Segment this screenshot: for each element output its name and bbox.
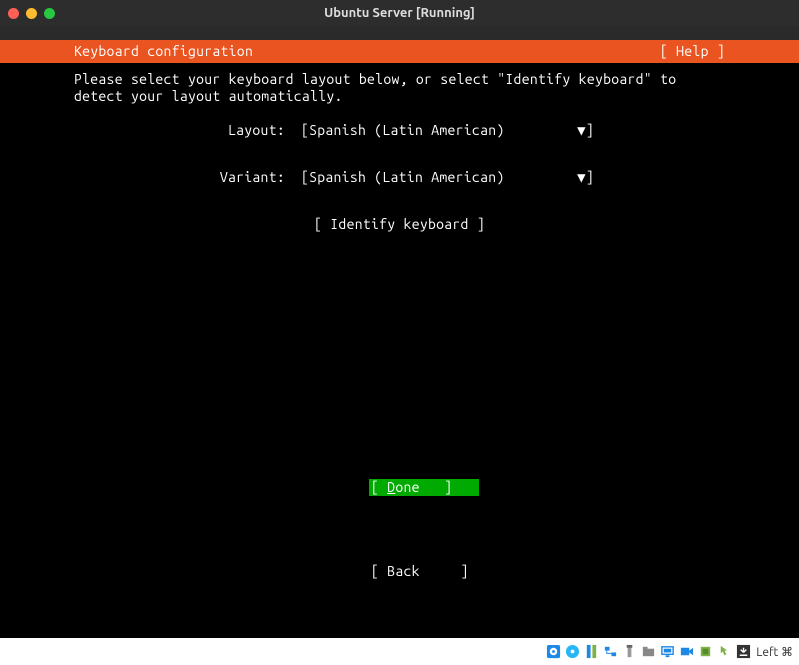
variant-row: Variant: [ Spanish (Latin American) ▼ ] xyxy=(0,169,799,186)
footer-buttons: [ Done ] [ Back ] xyxy=(0,428,799,630)
processor-icon[interactable] xyxy=(697,644,713,660)
network-icon[interactable] xyxy=(602,644,618,660)
help-button[interactable]: [ Help ] xyxy=(660,43,725,60)
host-key-label: Left ⌘ xyxy=(756,645,793,659)
window-titlebar: Ubuntu Server [Running] xyxy=(0,0,799,26)
keyboard-capture-icon[interactable] xyxy=(735,644,751,660)
layout-row: Layout: [ Spanish (Latin American) ▼ ] xyxy=(0,122,799,139)
hard-disk-icon[interactable] xyxy=(545,644,561,660)
variant-label: Variant: xyxy=(205,169,285,186)
identify-row: [ Identify keyboard ] xyxy=(0,216,799,233)
bracket-close: ] xyxy=(586,169,594,186)
minimize-window-button[interactable] xyxy=(26,8,37,19)
keyboard-form: Layout: [ Spanish (Latin American) ▼ ] V… xyxy=(0,122,799,232)
optical-disk-icon[interactable] xyxy=(564,644,580,660)
display-icon[interactable] xyxy=(659,644,675,660)
mouse-integration-icon[interactable] xyxy=(716,644,732,660)
instructions-text: Please select your keyboard layout below… xyxy=(0,63,799,105)
done-button[interactable]: [ Done ] xyxy=(369,479,479,496)
layout-label: Layout: xyxy=(205,122,285,139)
layout-select[interactable]: [ Spanish (Latin American) ▼ ] xyxy=(301,122,594,139)
back-button[interactable]: [ Back ] xyxy=(369,563,479,580)
variant-value: Spanish (Latin American) xyxy=(309,169,573,186)
identify-keyboard-button[interactable]: [ Identify keyboard ] xyxy=(314,216,485,232)
maximize-window-button[interactable] xyxy=(44,8,55,19)
audio-icon[interactable] xyxy=(583,644,599,660)
close-window-button[interactable] xyxy=(8,8,19,19)
variant-select[interactable]: [ Spanish (Latin American) ▼ ] xyxy=(301,169,594,186)
usb-icon[interactable] xyxy=(621,644,637,660)
instructions-line: Please select your keyboard layout below… xyxy=(74,71,725,88)
bracket-open: [ xyxy=(301,169,309,186)
page-title: Keyboard configuration xyxy=(74,43,253,60)
layout-value: Spanish (Latin American) xyxy=(309,122,573,139)
vm-statusbar: Left ⌘ xyxy=(0,638,799,665)
chevron-down-icon: ▼ xyxy=(577,122,586,139)
instructions-line: detect your layout automatically. xyxy=(74,88,725,105)
window-controls xyxy=(8,8,55,19)
chevron-down-icon: ▼ xyxy=(577,169,586,186)
bracket-close: ] xyxy=(586,122,594,139)
recording-icon[interactable] xyxy=(678,644,694,660)
window-title: Ubuntu Server [Running] xyxy=(0,6,799,20)
shared-folder-icon[interactable] xyxy=(640,644,656,660)
terminal-screen: Keyboard configuration [ Help ] Please s… xyxy=(0,40,799,638)
installer-header: Keyboard configuration [ Help ] xyxy=(0,40,799,63)
bracket-open: [ xyxy=(301,122,309,139)
